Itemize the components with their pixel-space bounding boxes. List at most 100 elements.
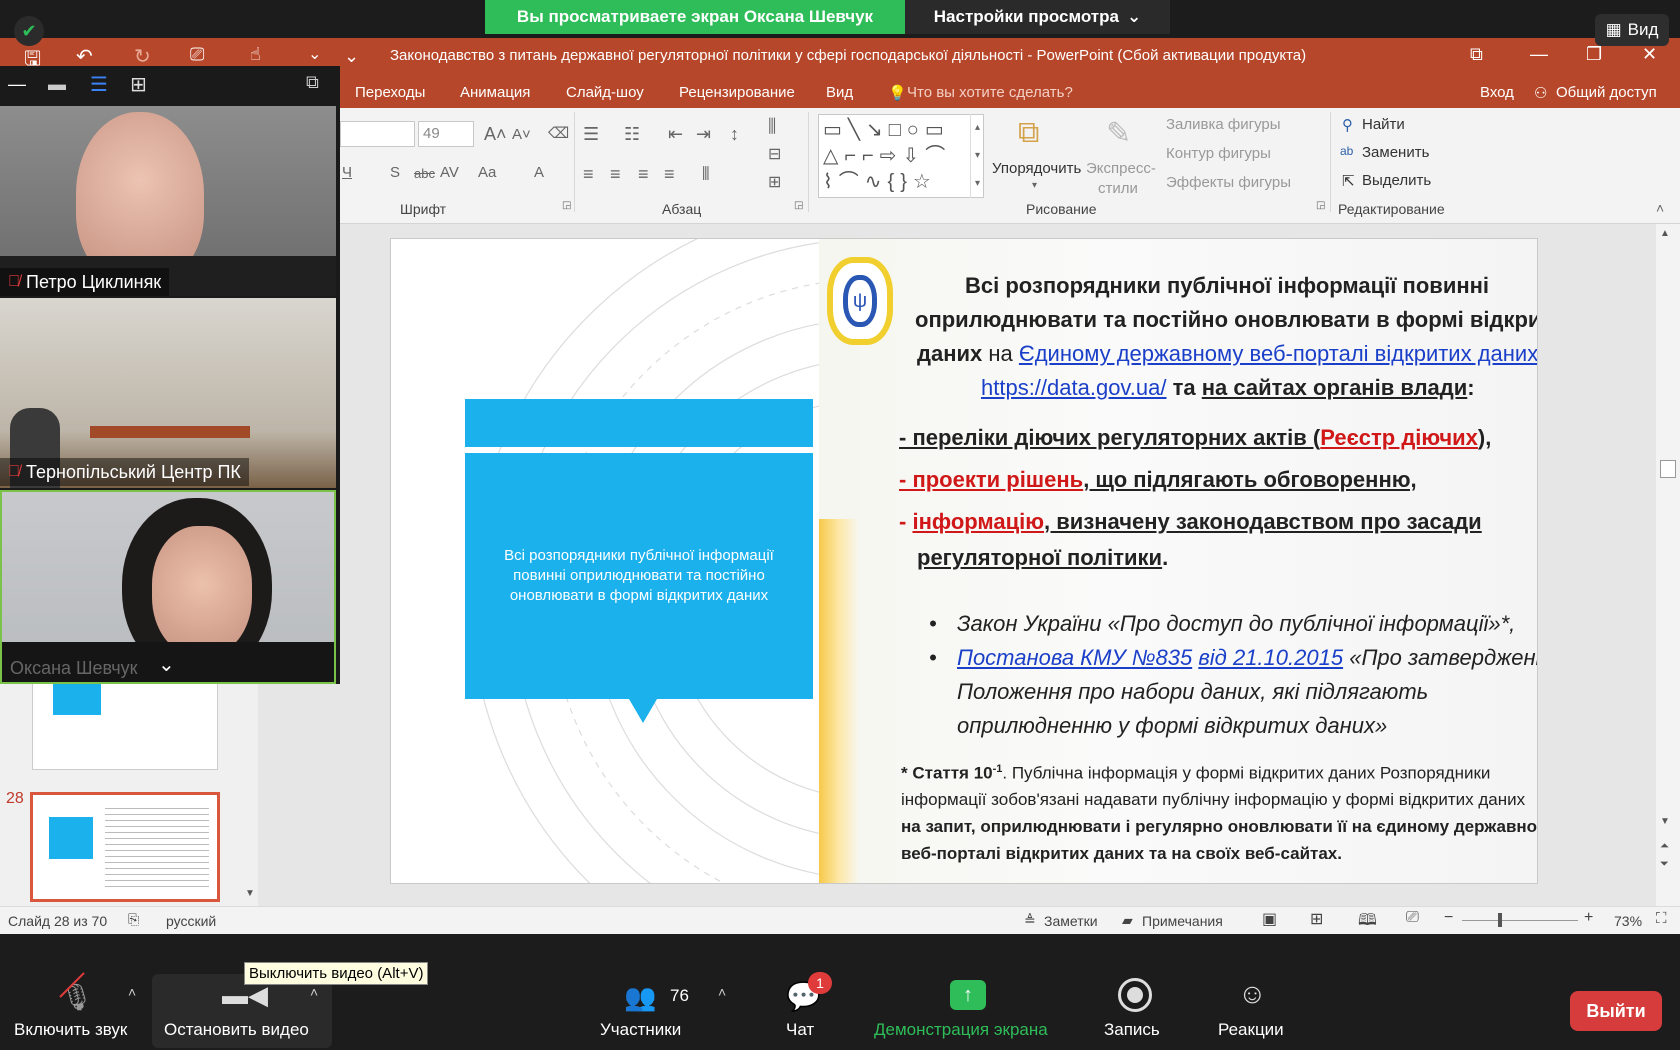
align-center-icon[interactable]: ≡ (610, 164, 621, 185)
next-slide-icon[interactable]: ⏷ (1660, 858, 1669, 871)
tab-transitions[interactable]: Переходы (355, 84, 425, 101)
zoom-level[interactable]: 73% (1614, 913, 1642, 929)
clear-format-icon[interactable]: ⌫ (548, 124, 569, 142)
stop-video-button[interactable]: Остановить видео (164, 1020, 309, 1040)
restore-icon[interactable]: ❐ (1586, 44, 1602, 65)
record-button[interactable]: Запись (1104, 1020, 1160, 1040)
scroll-thumb[interactable] (1660, 460, 1676, 478)
language-label[interactable]: русский (166, 913, 216, 929)
vertical-scrollbar[interactable]: ▲ ▼ ⏶ ⏷ (1656, 224, 1680, 906)
resolution-date[interactable]: від 21.10.2015 (1198, 645, 1343, 670)
shapes-scroll[interactable]: ▴ ▾ ▾ (970, 114, 984, 198)
strip-view-icon[interactable]: ☰ (90, 72, 108, 97)
shadow-icon[interactable]: S (390, 164, 400, 181)
unmute-button[interactable]: Включить звук (14, 1020, 127, 1040)
font-name-input[interactable] (340, 121, 415, 147)
zoom-out-icon[interactable]: − (1444, 909, 1453, 927)
video-tile-1[interactable]: 🎙̸ Петро Циклиняк (0, 106, 336, 296)
prev-slide-icon[interactable]: ⏶ (1660, 840, 1669, 853)
increase-indent-icon[interactable]: ⇥ (696, 124, 711, 145)
zoom-slider[interactable] (1462, 920, 1578, 921)
leave-button[interactable]: Выйти (1570, 991, 1662, 1031)
notes-button[interactable]: Заметки (1044, 913, 1098, 929)
find-button[interactable]: Найти (1362, 116, 1405, 133)
smartart-icon[interactable]: ⊞ (768, 172, 781, 192)
minimize-panel-icon[interactable]: — (8, 74, 26, 95)
shrink-font-icon[interactable]: A˅ (512, 126, 531, 143)
align-text-icon[interactable]: ⊟ (768, 144, 781, 164)
tell-me-input[interactable]: Что вы хотите сделать? (907, 84, 1073, 101)
zoom-slider-thumb[interactable] (1498, 913, 1502, 927)
columns-icon[interactable]: ⫴ (702, 164, 710, 185)
video-tile-3[interactable]: Оксана Шевчук ⌄ (0, 490, 336, 684)
paragraph-dialog-icon[interactable]: ◲ (794, 200, 803, 211)
bullets-icon[interactable]: ☰ (583, 124, 599, 145)
touch-mode-icon[interactable]: ☝ (250, 44, 261, 65)
underline-icon[interactable]: Ч (342, 164, 352, 181)
quick-styles-label-2[interactable]: стили (1098, 180, 1138, 197)
participants-button[interactable]: Участники (600, 1020, 681, 1040)
fit-slide-icon[interactable]: ⛶ (1656, 910, 1667, 927)
char-spacing-icon[interactable]: AV (440, 164, 459, 181)
portal-link-text[interactable]: Єдиному державному веб-порталі відкритих… (1019, 341, 1537, 366)
line-spacing-icon[interactable]: ↕ (730, 124, 739, 145)
tab-view[interactable]: Вид (826, 84, 853, 101)
text-direction-icon[interactable]: ⫼ (768, 116, 776, 137)
video-tile-2[interactable]: 🎙̸ Тернопільський Центр ПК (0, 298, 336, 488)
reactions-button[interactable]: Реакции (1218, 1020, 1284, 1040)
shape-fill-button[interactable]: Заливка фигуры (1166, 116, 1281, 133)
sign-in-link[interactable]: Вход (1480, 84, 1514, 101)
minimize-icon[interactable]: — (1530, 44, 1548, 65)
gallery-view-icon[interactable]: ⊞ (130, 72, 147, 97)
font-dialog-icon[interactable]: ◲ (562, 200, 571, 211)
select-button[interactable]: Выделить (1362, 172, 1431, 189)
pop-out-icon[interactable]: ⧉ (306, 72, 319, 93)
qat-more-icon[interactable]: ⌄ (344, 46, 359, 67)
tab-animations[interactable]: Анимация (460, 84, 530, 101)
arrange-button[interactable]: Упорядочить (992, 160, 1081, 177)
slide-canvas[interactable]: Всі розпорядники публічної інформації по… (390, 238, 1538, 884)
expand-chevron-icon[interactable]: ⌄ (158, 652, 175, 677)
scroll-up-icon[interactable]: ▲ (1660, 228, 1670, 239)
shape-outline-button[interactable]: Контур фигуры (1166, 145, 1271, 162)
change-case-icon[interactable]: Aa (478, 164, 496, 181)
decrease-indent-icon[interactable]: ⇤ (668, 124, 683, 145)
sorter-view-icon[interactable]: ⊞ (1310, 909, 1323, 929)
slideshow-view-icon[interactable]: ⎚ (1406, 909, 1419, 927)
chat-button[interactable]: Чат (786, 1020, 814, 1040)
close-icon[interactable]: ✕ (1642, 44, 1657, 65)
audio-options-icon[interactable]: ˄ (128, 984, 136, 1000)
drawing-dialog-icon[interactable]: ◲ (1316, 200, 1325, 211)
comments-button[interactable]: Примечания (1142, 913, 1223, 929)
justify-icon[interactable]: ≡ (664, 164, 675, 185)
font-color-icon[interactable]: A (534, 164, 544, 181)
shield-icon[interactable]: ✔ (14, 16, 44, 46)
reading-view-icon[interactable]: 🕮 (1358, 909, 1377, 936)
present-icon[interactable]: ⎚ (190, 44, 204, 65)
resolution-link[interactable]: Постанова КМУ №835 (957, 645, 1192, 670)
customize-qat-icon[interactable]: ⌄ (308, 44, 321, 64)
shapes-gallery[interactable]: ▭╲↘□○▭ △⌐⌐⇨⇩⌒ ⌇⌒∿{}☆ (818, 114, 984, 198)
align-left-icon[interactable]: ≡ (583, 164, 594, 185)
replace-button[interactable]: Заменить (1362, 144, 1429, 161)
font-size-input[interactable]: 49 (418, 121, 474, 147)
share-screen-button[interactable]: Демонстрация экрана (874, 1020, 1048, 1040)
view-layout-button[interactable]: ▦ Вид (1595, 14, 1669, 46)
ribbon-display-icon[interactable]: ⧉ (1470, 44, 1483, 65)
align-right-icon[interactable]: ≡ (638, 164, 649, 185)
view-options-button[interactable]: Настройки просмотра ⌄ (905, 0, 1170, 34)
tab-slideshow[interactable]: Слайд-шоу (566, 84, 644, 101)
zoom-in-icon[interactable]: + (1584, 909, 1593, 927)
thumbs-scroll-down-icon[interactable]: ▼ (242, 888, 258, 904)
participants-options-icon[interactable]: ˄ (718, 984, 726, 1000)
speaker-view-icon[interactable]: ▬ (48, 74, 66, 95)
collapse-ribbon-icon[interactable]: ˄ (1656, 200, 1664, 216)
slide-thumbnail-28[interactable] (30, 792, 220, 902)
strikethrough-icon[interactable]: abc (414, 166, 435, 181)
data-gov-link[interactable]: https://data.gov.ua/ (981, 375, 1167, 400)
quick-styles-label-1[interactable]: Экспресс- (1086, 160, 1156, 177)
share-button[interactable]: Общий доступ (1556, 84, 1657, 101)
shape-effects-button[interactable]: Эффекты фигуры (1166, 174, 1291, 191)
numbering-icon[interactable]: ☷ (624, 124, 640, 145)
callout-box[interactable]: Всі розпорядники публічної інформації по… (465, 453, 813, 699)
